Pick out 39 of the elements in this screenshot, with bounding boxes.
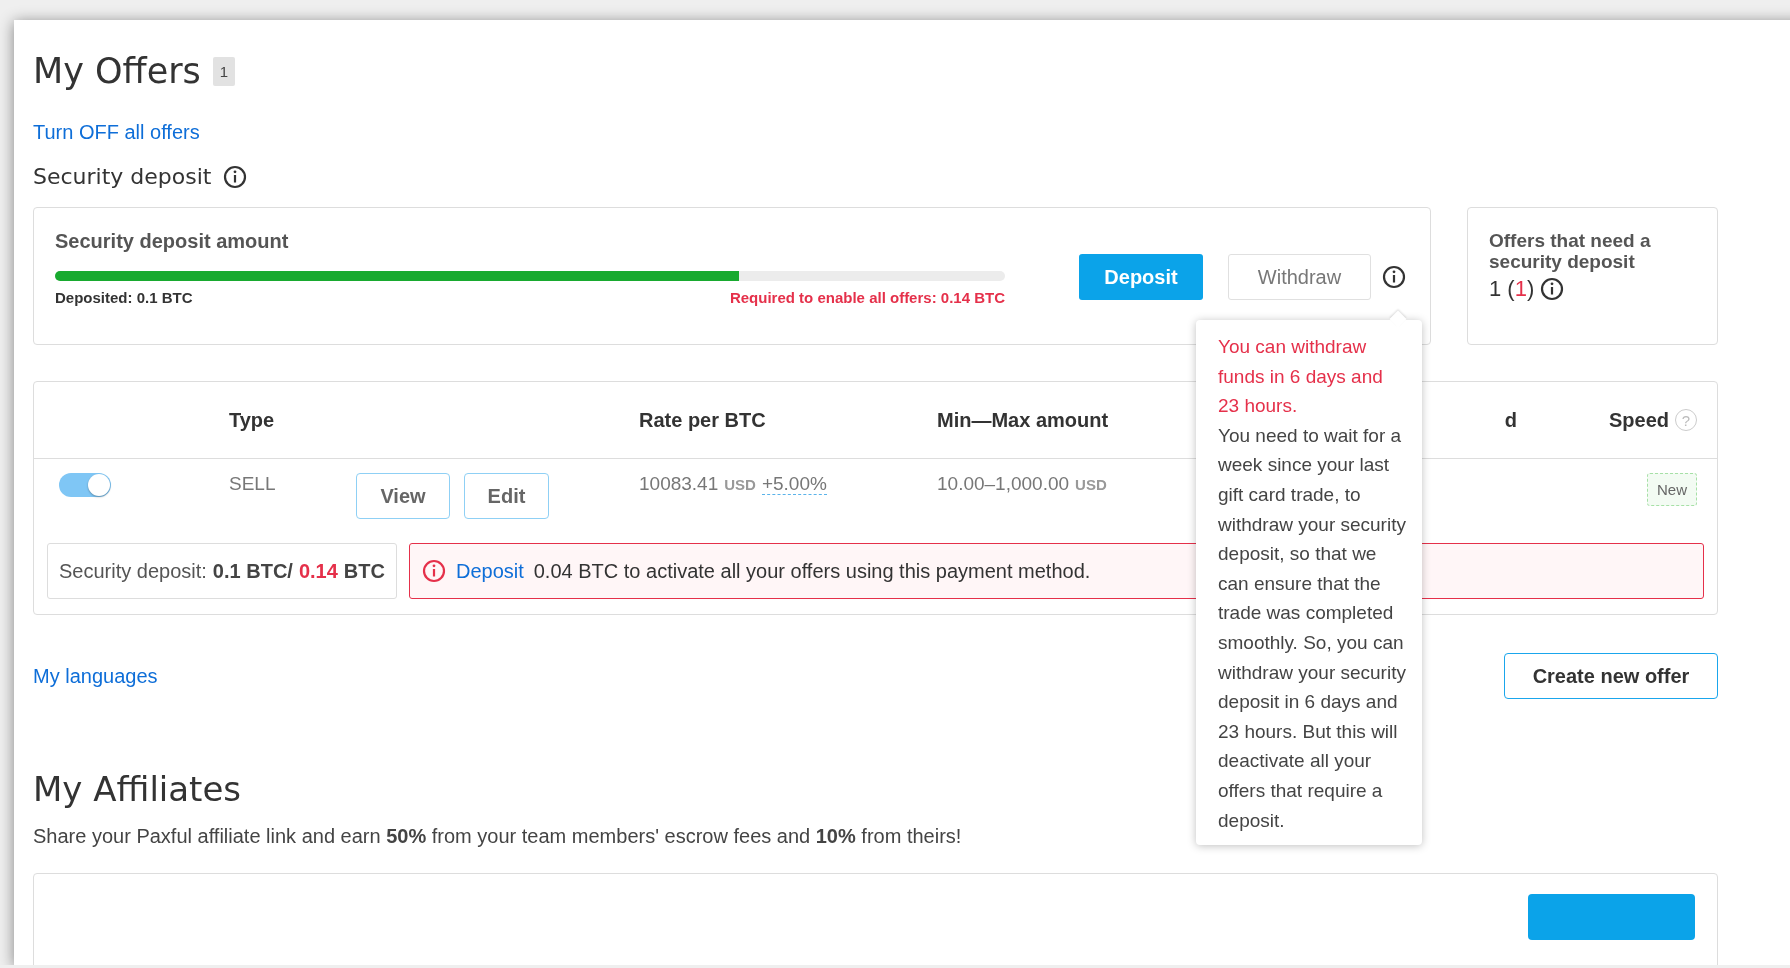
page-title: My Offers <box>33 51 201 91</box>
section-heading: Security deposit <box>33 164 212 189</box>
tooltip-title: You can withdraw funds in 6 days and 23 hours. <box>1218 335 1384 419</box>
info-icon <box>1382 265 1406 289</box>
turn-off-link[interactable]: Turn OFF all offers <box>33 121 200 144</box>
speed-tag: New <box>1647 473 1697 506</box>
deposited-text: Deposited: 0.1 BTC <box>55 289 193 306</box>
languages-link[interactable]: My languages <box>33 664 158 688</box>
deposit-link[interactable]: Deposit <box>455 559 524 583</box>
margin-link[interactable]: +5.00% <box>761 473 827 495</box>
security-deposit-summary: Security deposit: 0.1 BTC/ 0.14 BTC <box>47 543 397 599</box>
offer-type: SELL <box>229 473 276 495</box>
info-icon <box>421 559 446 583</box>
amount-range: 10.00–1,000.00 <box>937 473 1070 494</box>
currency-label: USD <box>1075 476 1107 493</box>
card-label: Offers that need a security deposit <box>1489 230 1652 272</box>
info-icon <box>1540 277 1565 301</box>
deposit-button[interactable]: Deposit <box>1079 254 1203 300</box>
column-header: d <box>1504 408 1517 432</box>
count-text: 1 (1) <box>1489 276 1535 302</box>
affiliate-text: Share your Paxful affiliate link and earn 50% from your team members' escrow fees and 10% from theirs! <box>33 825 963 848</box>
count-badge: 1 <box>212 56 236 86</box>
column-header: Min—Max amount <box>937 408 1109 432</box>
column-header: Type <box>229 408 275 432</box>
tooltip-text: You need to wait for a week since your last gift card trade, to withdraw your security deposit, so that we can ensure that the trade was completed smoothly. So, you can withdraw your security deposit in 6 days and 23 hours. But this will deactivate all your offers that require a deposit. <box>1218 423 1406 833</box>
rate-value: 10083.41 <box>639 473 719 494</box>
info-icon <box>223 164 248 189</box>
edit-button[interactable]: Edit <box>464 473 549 519</box>
create-offer-button[interactable]: Create new offer <box>1504 653 1718 699</box>
column-header: Speed <box>1608 408 1669 432</box>
column-header: Rate per BTC <box>639 408 766 432</box>
toggle-switch[interactable] <box>59 473 111 497</box>
currency-label: USD <box>724 476 756 493</box>
alert-text: 0.04 BTC to activate all your offers using this payment method. <box>533 559 1091 583</box>
card-label: Security deposit amount <box>55 230 289 253</box>
view-button[interactable]: View <box>356 473 450 519</box>
section-title: My Affiliates <box>33 769 242 809</box>
required-text: Required to enable all offers: 0.14 BTC <box>729 289 1005 306</box>
withdraw-button[interactable]: Withdraw <box>1228 254 1371 300</box>
